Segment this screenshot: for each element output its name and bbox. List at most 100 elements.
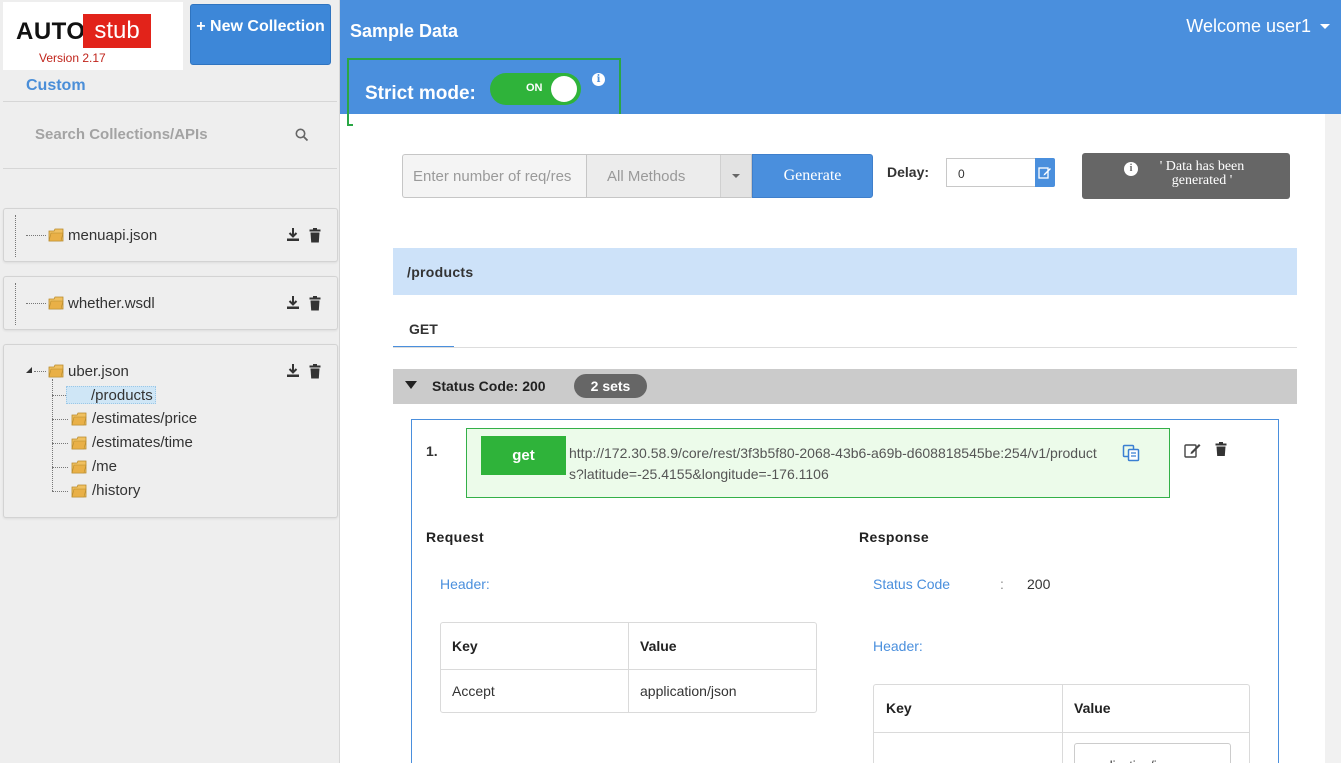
api-item-me[interactable]: /me xyxy=(90,458,119,476)
download-icon[interactable] xyxy=(286,227,300,242)
method-select[interactable]: All Methods xyxy=(586,154,752,198)
download-icon[interactable] xyxy=(286,295,300,310)
trash-icon[interactable] xyxy=(308,296,322,311)
delay-label: Delay: xyxy=(887,164,930,180)
table-header-value: Value xyxy=(1074,700,1111,716)
app-logo: AUTO stub Version 2.17 xyxy=(3,2,183,70)
table-divider xyxy=(628,623,629,712)
search-icon[interactable] xyxy=(295,128,309,142)
folder-icon xyxy=(48,364,64,378)
collection-whether: whether.wsdl xyxy=(3,276,338,330)
delay-input[interactable]: 0 xyxy=(946,158,1036,187)
table-cell-value: application/json xyxy=(640,683,737,699)
tree-line xyxy=(52,491,68,492)
new-collection-button[interactable]: + New Collection xyxy=(190,4,331,65)
set-index: 1. xyxy=(426,443,438,459)
table-header-key: Key xyxy=(886,700,912,716)
strict-mode-label: Strict mode: xyxy=(365,83,476,104)
strict-mode-toggle[interactable]: ON xyxy=(490,73,581,105)
toggle-knob xyxy=(551,76,577,102)
status-code-group[interactable]: Status Code: 200 2 sets xyxy=(393,369,1297,404)
sets-count-badge: 2 sets xyxy=(574,374,647,398)
info-icon[interactable]: i xyxy=(592,73,605,86)
table-header-key: Key xyxy=(452,638,478,654)
method-badge: get xyxy=(481,436,566,475)
folder-icon xyxy=(48,228,64,242)
page-title: Sample Data xyxy=(350,21,459,41)
table-header-value: Value xyxy=(640,638,677,654)
method-select-value: All Methods xyxy=(607,168,686,185)
folder-icon xyxy=(71,412,87,426)
request-url: http://172.30.58.9/core/rest/3f3b5f80-20… xyxy=(569,445,1097,482)
tree-line xyxy=(34,371,46,372)
chevron-down-icon[interactable] xyxy=(1320,24,1330,29)
folder-icon xyxy=(71,436,87,450)
api-item-estimates-time[interactable]: /estimates/time xyxy=(90,434,195,452)
edit-icon[interactable] xyxy=(1184,442,1202,458)
collection-uber: uber.json /products /estimates/price /es… xyxy=(3,344,338,518)
collection-name[interactable]: menuapi.json xyxy=(68,227,157,244)
toggle-state-label: ON xyxy=(526,82,543,94)
trash-icon[interactable] xyxy=(308,364,322,379)
request-header-label: Header: xyxy=(440,576,490,592)
tree-line xyxy=(15,215,16,257)
top-header: Sample Data Welcome user1 Strict mode: O… xyxy=(340,0,1341,126)
collection-menuapi: menuapi.json xyxy=(3,208,338,262)
request-header-table: Key Value Accept application/json xyxy=(440,622,817,713)
chevron-down-icon xyxy=(732,174,740,178)
response-status-value: 200 xyxy=(1027,576,1051,592)
response-status-label: Status Code xyxy=(873,576,951,592)
search-collections-input[interactable]: Search Collections/APIs xyxy=(35,126,208,143)
copy-icon[interactable] xyxy=(1122,444,1140,462)
response-title: Response xyxy=(859,529,930,545)
response-header-value-input[interactable]: application/js xyxy=(1074,743,1231,763)
sidebar: AUTO stub Version 2.17 + New Collection … xyxy=(0,0,340,763)
custom-section-label[interactable]: Custom xyxy=(26,77,86,95)
select-arrow[interactable] xyxy=(720,155,751,197)
folder-icon xyxy=(71,460,87,474)
folder-icon xyxy=(48,296,64,310)
api-path-bar: /products xyxy=(393,248,1297,295)
folder-icon xyxy=(71,484,87,498)
tree-line xyxy=(52,467,68,468)
collapse-triangle-icon[interactable] xyxy=(24,365,34,375)
trash-icon[interactable] xyxy=(308,228,322,243)
api-item-products[interactable]: /products xyxy=(66,386,156,404)
notification-toast: i ' Data has been generated ' xyxy=(1082,153,1290,199)
api-item-history[interactable]: /history xyxy=(90,482,142,500)
tree-line xyxy=(52,419,68,420)
collection-name[interactable]: uber.json xyxy=(68,363,129,380)
api-item-estimates-price[interactable]: /estimates/price xyxy=(90,410,199,428)
tree-line xyxy=(52,443,68,444)
caret-down-icon[interactable] xyxy=(405,381,417,389)
info-icon: i xyxy=(1124,162,1138,176)
generate-button[interactable]: Generate xyxy=(752,154,873,198)
download-icon[interactable] xyxy=(286,363,300,378)
status-separator: : xyxy=(1000,576,1004,592)
user-menu[interactable]: Welcome user1 xyxy=(1186,16,1311,37)
table-divider xyxy=(441,669,816,670)
status-code-label: Status Code: 200 xyxy=(432,378,546,394)
request-url-box: get http://172.30.58.9/core/rest/3f3b5f8… xyxy=(466,428,1170,498)
response-header-label: Header: xyxy=(873,638,923,654)
delay-edit-button[interactable] xyxy=(1035,158,1055,187)
tree-line xyxy=(26,235,46,236)
table-cell-key: Accept xyxy=(452,683,495,699)
tab-get[interactable]: GET xyxy=(393,315,454,348)
req-count-input[interactable]: Enter number of req/res xyxy=(402,154,586,198)
divider xyxy=(393,347,1297,348)
logo-text-auto: AUTO xyxy=(16,18,86,45)
divider xyxy=(3,101,337,102)
table-divider xyxy=(1062,685,1063,763)
table-divider xyxy=(874,732,1249,733)
trash-icon[interactable] xyxy=(1215,442,1227,456)
app-version: Version 2.17 xyxy=(39,51,106,65)
logo-text-stub: stub xyxy=(83,14,151,48)
collection-name[interactable]: whether.wsdl xyxy=(68,295,155,312)
request-title: Request xyxy=(426,529,485,545)
edit-icon xyxy=(1038,167,1051,179)
tree-line xyxy=(26,303,46,304)
scrollbar[interactable] xyxy=(1325,114,1341,763)
divider xyxy=(3,168,337,169)
toast-message: ' Data has been generated ' xyxy=(1159,159,1245,188)
